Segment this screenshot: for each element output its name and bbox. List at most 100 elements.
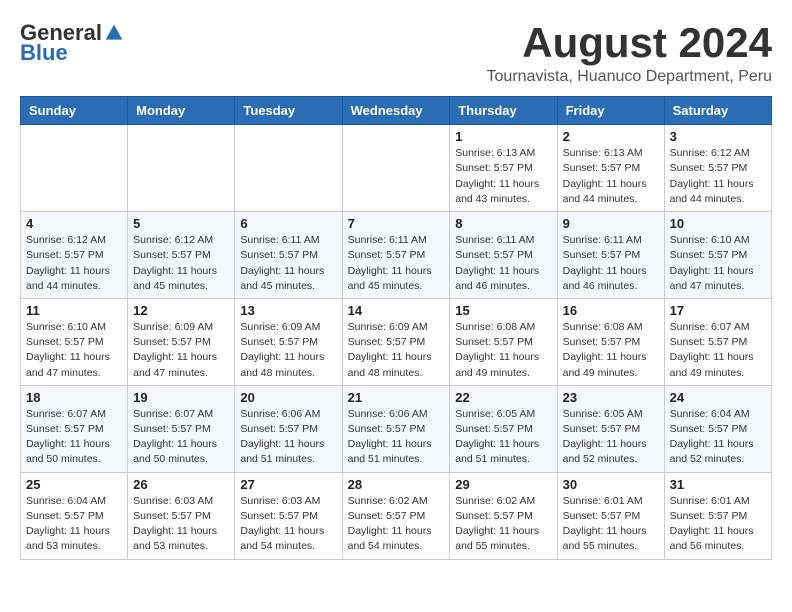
week-row-5: 25 Sunrise: 6:04 AMSunset: 5:57 PMDayligh… (21, 472, 772, 559)
calendar-cell: 11 Sunrise: 6:10 AMSunset: 5:57 PMDayligh… (21, 298, 128, 385)
day-number: 9 (563, 216, 659, 231)
location-subtitle: Tournavista, Huanuco Department, Peru (487, 68, 772, 86)
logo: General Blue (20, 20, 124, 66)
weekday-header-tuesday: Tuesday (235, 97, 342, 125)
day-number: 2 (563, 129, 659, 144)
day-info: Sunrise: 6:01 AMSunset: 5:57 PMDaylight:… (563, 494, 659, 555)
day-number: 14 (348, 303, 445, 318)
calendar-cell: 16Sunrise: 6:08 AMSunset: 5:57 PMDayligh… (557, 298, 664, 385)
day-info: Sunrise: 6:07 AMSunset: 5:57 PMDaylight:… (26, 407, 122, 468)
calendar-cell: 2 Sunrise: 6:13 AMSunset: 5:57 PMDaylight… (557, 125, 664, 212)
day-info: Sunrise: 6:06 AMSunset: 5:57 PMDaylight:… (348, 407, 445, 468)
day-info: Sunrise: 6:09 AMSunset: 5:57 PMDaylight:… (348, 320, 445, 381)
day-info: Sunrise: 6:12 AMSunset: 5:57 PMDaylight:… (133, 233, 229, 294)
calendar-cell: 19 Sunrise: 6:07 AMSunset: 5:57 PMDayligh… (128, 385, 235, 472)
day-info: Sunrise: 6:11 AMSunset: 5:57 PMDaylight:… (455, 233, 551, 294)
calendar-cell: 25 Sunrise: 6:04 AMSunset: 5:57 PMDayligh… (21, 472, 128, 559)
day-info: Sunrise: 6:07 AMSunset: 5:57 PMDaylight:… (133, 407, 229, 468)
day-number: 24 (670, 390, 766, 405)
calendar-cell: 27 Sunrise: 6:03 AMSunset: 5:57 PMDayligh… (235, 472, 342, 559)
day-info: Sunrise: 6:03 AMSunset: 5:57 PMDaylight:… (240, 494, 336, 555)
weekday-header-sunday: Sunday (21, 97, 128, 125)
calendar-cell: 12 Sunrise: 6:09 AMSunset: 5:57 PMDayligh… (128, 298, 235, 385)
week-row-4: 18 Sunrise: 6:07 AMSunset: 5:57 PMDayligh… (21, 385, 772, 472)
day-info: Sunrise: 6:10 AMSunset: 5:57 PMDaylight:… (26, 320, 122, 381)
calendar-cell: 3Sunrise: 6:12 AMSunset: 5:57 PMDaylight… (664, 125, 771, 212)
week-row-3: 11 Sunrise: 6:10 AMSunset: 5:57 PMDayligh… (21, 298, 772, 385)
day-info: Sunrise: 6:13 AMSunset: 5:57 PMDaylight:… (563, 146, 659, 207)
week-row-2: 4 Sunrise: 6:12 AMSunset: 5:57 PMDaylight… (21, 212, 772, 299)
day-info: Sunrise: 6:05 AMSunset: 5:57 PMDaylight:… (563, 407, 659, 468)
weekday-header-friday: Friday (557, 97, 664, 125)
calendar-cell: 30 Sunrise: 6:01 AMSunset: 5:57 PMDayligh… (557, 472, 664, 559)
calendar-cell: 7 Sunrise: 6:11 AMSunset: 5:57 PMDaylight… (342, 212, 450, 299)
day-info: Sunrise: 6:09 AMSunset: 5:57 PMDaylight:… (133, 320, 229, 381)
calendar-cell: 17 Sunrise: 6:07 AMSunset: 5:57 PMDayligh… (664, 298, 771, 385)
day-number: 26 (133, 477, 229, 492)
day-info: Sunrise: 6:02 AMSunset: 5:57 PMDaylight:… (348, 494, 445, 555)
day-number: 10 (670, 216, 766, 231)
day-number: 4 (26, 216, 122, 231)
day-number: 7 (348, 216, 445, 231)
calendar-cell: 18 Sunrise: 6:07 AMSunset: 5:57 PMDayligh… (21, 385, 128, 472)
day-number: 13 (240, 303, 336, 318)
calendar-cell: 29 Sunrise: 6:02 AMSunset: 5:57 PMDayligh… (450, 472, 557, 559)
day-info: Sunrise: 6:01 AMSunset: 5:57 PMDaylight:… (670, 494, 766, 555)
day-number: 28 (348, 477, 445, 492)
day-number: 18 (26, 390, 122, 405)
day-info: Sunrise: 6:07 AMSunset: 5:57 PMDaylight:… (670, 320, 766, 381)
day-info: Sunrise: 6:06 AMSunset: 5:57 PMDaylight:… (240, 407, 336, 468)
page-header: General Blue August 2024 Tournavista, Hu… (20, 20, 772, 86)
day-number: 17 (670, 303, 766, 318)
day-number: 16 (563, 303, 659, 318)
day-number: 25 (26, 477, 122, 492)
day-number: 1 (455, 129, 551, 144)
week-row-1: 1 Sunrise: 6:13 AMSunset: 5:57 PMDaylight… (21, 125, 772, 212)
weekday-header-saturday: Saturday (664, 97, 771, 125)
day-number: 5 (133, 216, 229, 231)
calendar-cell: 14 Sunrise: 6:09 AMSunset: 5:57 PMDayligh… (342, 298, 450, 385)
day-info: Sunrise: 6:02 AMSunset: 5:57 PMDaylight:… (455, 494, 551, 555)
calendar-cell: 28 Sunrise: 6:02 AMSunset: 5:57 PMDayligh… (342, 472, 450, 559)
day-info: Sunrise: 6:05 AMSunset: 5:57 PMDaylight:… (455, 407, 551, 468)
calendar-cell (21, 125, 128, 212)
calendar-cell: 21Sunrise: 6:06 AMSunset: 5:57 PMDayligh… (342, 385, 450, 472)
day-info: Sunrise: 6:03 AMSunset: 5:57 PMDaylight:… (133, 494, 229, 555)
day-info: Sunrise: 6:09 AMSunset: 5:57 PMDaylight:… (240, 320, 336, 381)
day-info: Sunrise: 6:13 AMSunset: 5:57 PMDaylight:… (455, 146, 551, 207)
calendar-cell: 23Sunrise: 6:05 AMSunset: 5:57 PMDayligh… (557, 385, 664, 472)
calendar-cell: 26 Sunrise: 6:03 AMSunset: 5:57 PMDayligh… (128, 472, 235, 559)
day-info: Sunrise: 6:12 AMSunset: 5:57 PMDaylight:… (670, 146, 766, 207)
day-info: Sunrise: 6:04 AMSunset: 5:57 PMDaylight:… (26, 494, 122, 555)
day-number: 30 (563, 477, 659, 492)
day-number: 22 (455, 390, 551, 405)
calendar-cell: 20 Sunrise: 6:06 AMSunset: 5:57 PMDayligh… (235, 385, 342, 472)
day-info: Sunrise: 6:11 AMSunset: 5:57 PMDaylight:… (563, 233, 659, 294)
day-number: 27 (240, 477, 336, 492)
day-info: Sunrise: 6:11 AMSunset: 5:57 PMDaylight:… (348, 233, 445, 294)
day-number: 20 (240, 390, 336, 405)
day-number: 15 (455, 303, 551, 318)
logo-blue-text: Blue (20, 40, 68, 66)
day-number: 12 (133, 303, 229, 318)
calendar-cell: 1 Sunrise: 6:13 AMSunset: 5:57 PMDaylight… (450, 125, 557, 212)
day-info: Sunrise: 6:12 AMSunset: 5:57 PMDaylight:… (26, 233, 122, 294)
day-number: 19 (133, 390, 229, 405)
day-info: Sunrise: 6:11 AMSunset: 5:57 PMDaylight:… (240, 233, 336, 294)
calendar-table: SundayMondayTuesdayWednesdayThursdayFrid… (20, 96, 772, 559)
day-number: 6 (240, 216, 336, 231)
calendar-cell: 4 Sunrise: 6:12 AMSunset: 5:57 PMDaylight… (21, 212, 128, 299)
calendar-cell (342, 125, 450, 212)
calendar-cell: 8Sunrise: 6:11 AMSunset: 5:57 PMDaylight… (450, 212, 557, 299)
day-info: Sunrise: 6:08 AMSunset: 5:57 PMDaylight:… (455, 320, 551, 381)
calendar-cell: 13 Sunrise: 6:09 AMSunset: 5:57 PMDayligh… (235, 298, 342, 385)
day-number: 29 (455, 477, 551, 492)
day-number: 11 (26, 303, 122, 318)
day-info: Sunrise: 6:10 AMSunset: 5:57 PMDaylight:… (670, 233, 766, 294)
calendar-cell (128, 125, 235, 212)
month-year-title: August 2024 (487, 20, 772, 66)
day-number: 31 (670, 477, 766, 492)
calendar-cell: 15 Sunrise: 6:08 AMSunset: 5:57 PMDayligh… (450, 298, 557, 385)
day-info: Sunrise: 6:04 AMSunset: 5:57 PMDaylight:… (670, 407, 766, 468)
calendar-cell: 6 Sunrise: 6:11 AMSunset: 5:57 PMDaylight… (235, 212, 342, 299)
